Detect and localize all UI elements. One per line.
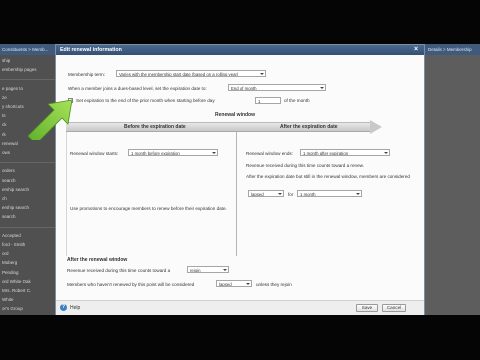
dues-expiration-label: When a member joins a dues-based level, … — [68, 86, 207, 91]
after-window-title: After the renewal window — [67, 257, 128, 263]
background-sidebar-item: search — [2, 177, 16, 183]
dialog-title: Edit renewal information — [60, 47, 122, 53]
background-sidebar-item: ership search — [2, 186, 30, 192]
background-sidebar-item: y shortcuts — [2, 104, 24, 109]
set-expiration-label: Set expiration to the end of the prior m… — [76, 98, 215, 103]
background-sidebar-item: rk — [2, 131, 6, 137]
for-label: for — [288, 192, 294, 197]
background-sidebar-item: Moberg — [2, 260, 18, 266]
background-sidebar-item: ck — [2, 122, 7, 128]
help-link[interactable]: Help — [70, 305, 80, 311]
background-sidebar-item: search — [2, 214, 16, 220]
background-sidebar-item: or's Group — [2, 306, 23, 312]
promotions-note: Use promotions to encourage members to r… — [70, 206, 227, 211]
sidebar-separator — [0, 79, 55, 81]
left-section-divider — [66, 132, 67, 256]
background-sidebar-item: Pending — [2, 269, 19, 275]
dialog-title-bar: Edit renewal information × — [56, 45, 424, 55]
background-sidebar-item: ership search — [2, 205, 30, 211]
membership-term-value: Varies with the membership start date (b… — [119, 72, 239, 77]
background-sidebar-item: ord — [2, 251, 9, 257]
chevron-down-icon — [260, 73, 264, 75]
background-sidebar-item: ship — [2, 58, 11, 63]
chevron-down-icon — [384, 152, 388, 154]
window-starts-label: Renewal window starts: — [70, 151, 119, 156]
timeline-arrow-icon — [370, 120, 382, 134]
lapsed-status-value: lapsed — [251, 192, 264, 197]
set-expiration-day-input[interactable]: 1 — [255, 97, 281, 104]
not-renewed-label: Members who haven't renewed by this poin… — [67, 282, 195, 287]
after-lapsed-note: After the expiration date but still in t… — [246, 174, 410, 179]
background-breadcrumb-right: Details > Membership — [428, 47, 472, 52]
chevron-down-icon — [246, 283, 250, 285]
renewal-window-title: Renewal window — [215, 112, 256, 118]
chevron-down-icon — [278, 193, 282, 195]
not-renewed-suffix: unless they rejoin — [256, 282, 292, 287]
cancel-button[interactable]: Cancel — [382, 304, 406, 312]
window-ends-select[interactable]: 1 month after expiration — [300, 149, 390, 156]
window-starts-value: 1 month before expiration — [131, 151, 180, 156]
membership-term-select[interactable]: Varies with the membership start date (b… — [116, 70, 266, 77]
background-sidebar-item: embership pages — [2, 67, 37, 73]
lapsed-duration-select[interactable]: 1 month — [297, 190, 362, 197]
background-sidebar-item: ch — [2, 196, 7, 201]
background-sidebar-item: e pages to — [2, 85, 24, 91]
annotation-arrow-icon — [27, 99, 73, 140]
not-renewed-select[interactable]: lapsed — [216, 280, 252, 287]
rejoin-select[interactable]: rejoin — [187, 266, 229, 273]
sidebar-separator — [0, 226, 55, 228]
letterbox-top — [0, 0, 480, 44]
background-breadcrumb: Constituents > Memb... — [2, 47, 49, 52]
before-expiration-title: Before the expiration date — [124, 124, 186, 130]
background-sidebar-item: ts — [2, 113, 6, 119]
window-ends-value: 1 month after expiration — [303, 151, 349, 156]
set-expiration-suffix: of the month — [284, 98, 310, 103]
rejoin-value: rejoin — [190, 268, 201, 273]
letterbox-bottom — [0, 315, 480, 360]
rejoin-label: Revenue received during this time counts… — [67, 268, 171, 273]
background-sidebar-item: ze — [2, 94, 7, 100]
not-renewed-value: lapsed — [219, 282, 232, 287]
screen-frame: Constituents > Memb... Details > Members… — [0, 0, 480, 360]
set-expiration-day-value: 1 — [258, 99, 261, 104]
chevron-down-icon — [320, 87, 324, 89]
background-sidebar-item: ford - Smith — [2, 242, 26, 247]
help-icon[interactable]: ? — [60, 304, 67, 311]
chevron-down-icon — [223, 269, 227, 271]
save-button[interactable]: Save — [356, 304, 378, 312]
background-sidebar-item: orders — [2, 168, 15, 174]
background-sidebar-item: Mrs. Robert C. — [2, 288, 32, 293]
background-right-pane — [425, 55, 480, 315]
background-sidebar-item: Accepted — [2, 232, 21, 238]
close-icon[interactable]: × — [412, 46, 420, 54]
background-sidebar-item: ows — [2, 150, 11, 155]
dialog-footer: ? Help Save Cancel — [56, 300, 424, 315]
lapsed-duration-value: 1 month — [300, 192, 316, 197]
chevron-down-icon — [212, 152, 216, 154]
sidebar-separator — [0, 162, 55, 164]
background-sidebar-item: ord White Oak — [2, 278, 31, 284]
revenue-renewal-note: Revenue received during this time counts… — [246, 163, 364, 168]
background-sidebar-item: White — [2, 297, 14, 303]
after-expiration-title: After the expiration date — [280, 124, 338, 130]
dues-expiration-select[interactable]: End of month — [228, 84, 326, 91]
edit-renewal-dialog: Edit renewal information × Membership te… — [55, 44, 425, 316]
window-starts-select[interactable]: 1 month before expiration — [128, 149, 218, 156]
window-ends-label: Renewal window ends: — [246, 151, 293, 156]
lapsed-status-select[interactable]: lapsed — [248, 190, 284, 197]
expiration-divider — [236, 132, 237, 256]
chevron-down-icon — [356, 193, 360, 195]
dues-expiration-value: End of month — [231, 86, 257, 91]
background-sidebar-item: renewal — [2, 140, 18, 146]
membership-term-label: Membership term: — [68, 72, 106, 77]
